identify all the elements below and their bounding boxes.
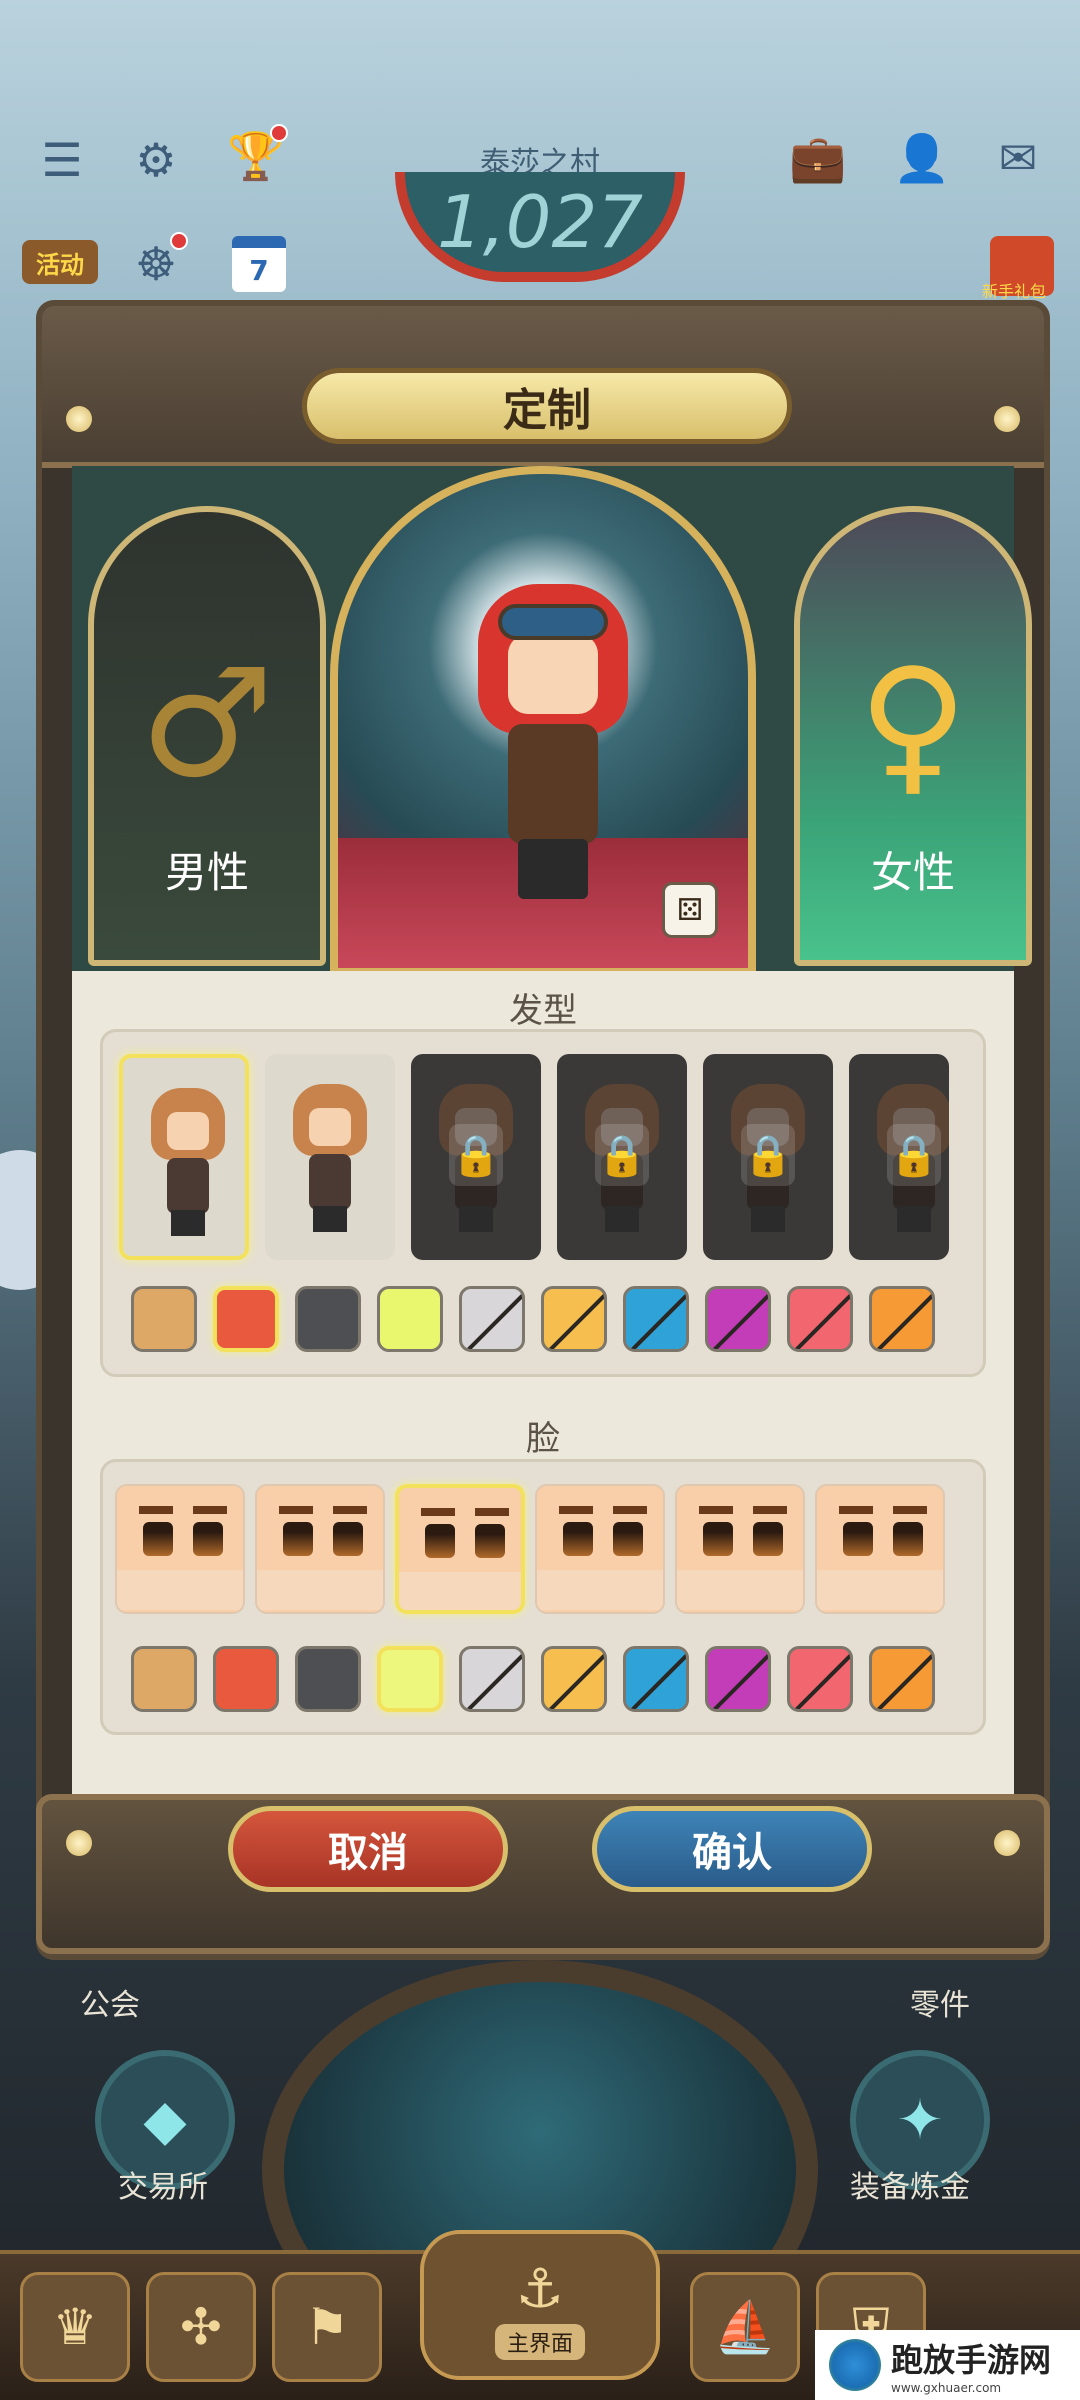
rivet-icon [66, 1830, 92, 1856]
mail-icon[interactable]: ✉ [990, 130, 1046, 186]
face-option[interactable] [815, 1484, 945, 1614]
face-option[interactable] [395, 1484, 525, 1614]
lock-icon: 🔒 [595, 1124, 649, 1186]
activity-button[interactable]: 活动 [22, 240, 98, 284]
gear-icon[interactable]: ⚙ [128, 132, 184, 188]
face-color-swatch[interactable] [869, 1646, 935, 1712]
face-color-swatch[interactable] [295, 1646, 361, 1712]
character-sprite [468, 584, 638, 904]
home-button[interactable]: ⚓ 主界面 [420, 2230, 660, 2380]
gender-female-button[interactable]: ♀ 女性 [794, 506, 1032, 966]
hair-color-swatch[interactable] [131, 1286, 197, 1352]
female-symbol-icon: ♀ [858, 637, 968, 811]
hair-color-swatch[interactable] [541, 1286, 607, 1352]
watermark-name: 跑放手游网 [891, 2341, 1052, 2379]
face-color-swatch[interactable] [787, 1646, 853, 1712]
character-preview: ⚄ [330, 466, 756, 976]
dialog-title: 定制 [302, 368, 792, 444]
lock-icon: 🔒 [887, 1124, 941, 1186]
hair-color-swatch[interactable] [869, 1286, 935, 1352]
face-color-swatch[interactable] [377, 1646, 443, 1712]
hair-style-option[interactable]: 🔒 [703, 1054, 833, 1260]
nav-slot-banner[interactable]: ⚑ [272, 2272, 382, 2382]
notification-badge [270, 124, 288, 142]
face-color-swatch[interactable] [459, 1646, 525, 1712]
hair-section-title: 发型 [509, 991, 577, 1031]
exchange-label[interactable]: 交易所 [118, 2162, 208, 2206]
gift-button[interactable]: 新手礼包 [982, 236, 1054, 301]
notification-badge [170, 232, 188, 250]
guild-label[interactable]: 公会 [80, 1980, 140, 2024]
male-symbol-icon: ♂ [139, 637, 275, 811]
lock-icon: 🔒 [741, 1124, 795, 1186]
cancel-button[interactable]: 取消 [228, 1806, 508, 1892]
face-color-swatch[interactable] [623, 1646, 689, 1712]
trophy-icon[interactable]: 🏆 [227, 124, 288, 184]
friends-icon[interactable]: 👤 [893, 130, 950, 186]
face-color-swatch[interactable] [541, 1646, 607, 1712]
rivet-icon [66, 406, 92, 432]
rivet-icon [994, 406, 1020, 432]
hair-style-option[interactable]: 🔒 [849, 1054, 949, 1260]
watermark-logo [829, 2339, 881, 2391]
menu-icon[interactable]: ☰ [34, 132, 90, 188]
dialog-footer [36, 1794, 1050, 1954]
customization-panel: 发型 🔒 🔒 🔒 🔒 脸 [72, 971, 1014, 1861]
dice-randomize-icon[interactable]: ⚄ [662, 882, 718, 938]
hair-color-swatch[interactable] [377, 1286, 443, 1352]
nav-slot-propeller[interactable]: ✣ [146, 2272, 256, 2382]
hair-section: 🔒 🔒 🔒 🔒 [100, 1029, 986, 1377]
lock-icon: 🔒 [449, 1124, 503, 1186]
nav-slot-guild[interactable]: ♛ [20, 2272, 130, 2382]
confirm-button[interactable]: 确认 [592, 1806, 872, 1892]
gender-male-label: 男性 [164, 848, 249, 897]
face-color-swatch[interactable] [131, 1646, 197, 1712]
hair-color-swatch[interactable] [787, 1286, 853, 1352]
face-section [100, 1459, 986, 1735]
hair-style-option[interactable] [119, 1054, 249, 1260]
ship-wheel-icon[interactable]: ☸ [128, 232, 188, 292]
rivet-icon [994, 1830, 1020, 1856]
gift-label: 新手礼包 [982, 282, 1047, 301]
hair-color-swatch[interactable] [705, 1286, 771, 1352]
face-color-swatch[interactable] [213, 1646, 279, 1712]
face-option[interactable] [535, 1484, 665, 1614]
face-option[interactable] [115, 1484, 245, 1614]
face-option[interactable] [255, 1484, 385, 1614]
customize-dialog: 定制 ♂ 男性 ⚄ ♀ 女性 发型 🔒 🔒 🔒 🔒 脸 取消 确认 [36, 300, 1050, 1960]
watermark-url: www.gxhuaer.com [891, 2381, 1002, 2395]
briefcase-icon[interactable]: 💼 [789, 130, 846, 186]
anchor-icon: ⚓ [515, 2257, 565, 2320]
hair-color-swatch[interactable] [295, 1286, 361, 1352]
village-count: 1,027 [395, 172, 685, 282]
hair-style-option[interactable] [265, 1054, 395, 1260]
watermark: 跑放手游网 www.gxhuaer.com [815, 2330, 1080, 2400]
calendar-button[interactable]: 7 [232, 236, 286, 292]
nav-slot-ship[interactable]: ⛵ [690, 2272, 800, 2382]
gender-female-label: 女性 [870, 848, 955, 897]
hair-style-option[interactable]: 🔒 [557, 1054, 687, 1260]
hair-color-swatch[interactable] [459, 1286, 525, 1352]
dialog-header: 定制 [42, 306, 1044, 468]
face-color-swatch[interactable] [705, 1646, 771, 1712]
gender-male-button[interactable]: ♂ 男性 [88, 506, 326, 966]
home-label: 主界面 [494, 2324, 585, 2360]
alchemy-label[interactable]: 装备炼金 [850, 2162, 970, 2206]
gender-selector: ♂ 男性 ⚄ ♀ 女性 [72, 466, 1032, 976]
hair-color-swatch[interactable] [623, 1286, 689, 1352]
face-option[interactable] [675, 1484, 805, 1614]
parts-label[interactable]: 零件 [910, 1980, 970, 2024]
face-section-title: 脸 [526, 1419, 560, 1459]
hair-style-option[interactable]: 🔒 [411, 1054, 541, 1260]
hair-color-swatch[interactable] [213, 1286, 279, 1352]
top-hud: ☰ ⚙ 🏆 泰莎之村 1,027 💼 👤 ✉ 活动 ☸ 7 新手礼包 [0, 0, 1080, 301]
